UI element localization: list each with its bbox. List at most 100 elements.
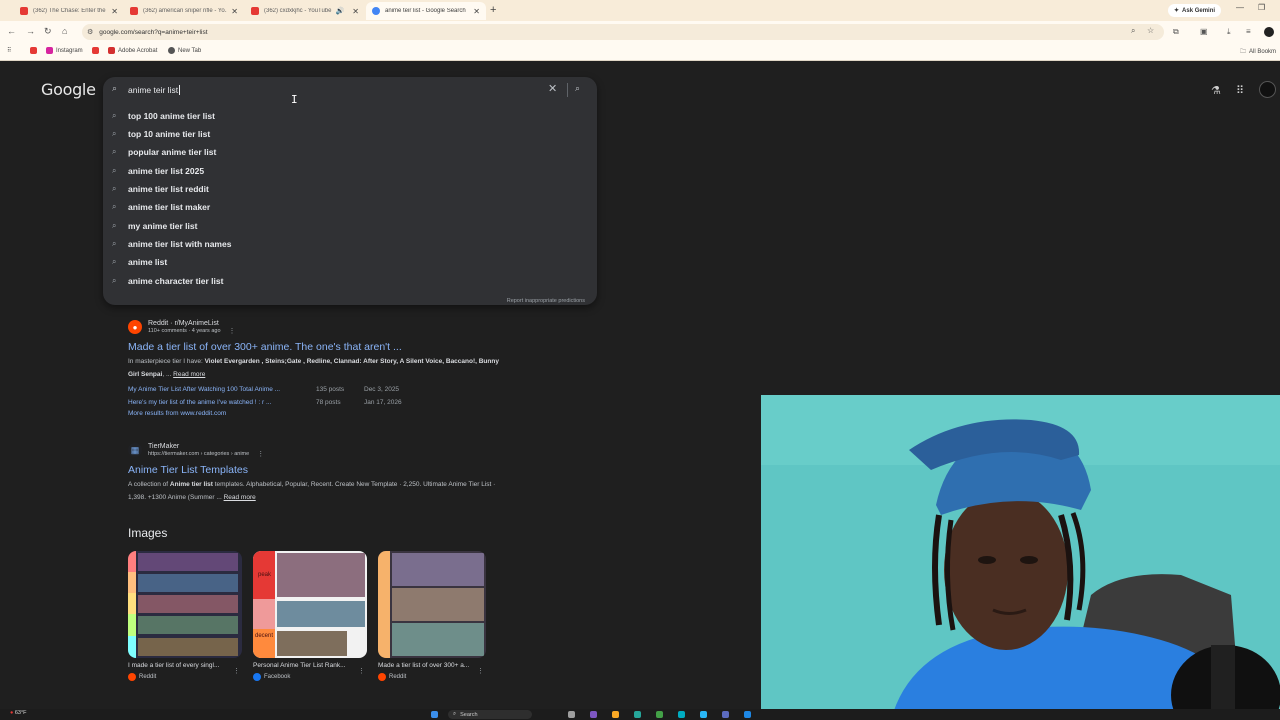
read-more-link[interactable]: Read more	[224, 494, 256, 501]
snippet-text: A collection of	[128, 481, 170, 488]
suggestion-item[interactable]: ⌕ anime tier list maker	[103, 198, 597, 216]
google-logo[interactable]: Google	[41, 80, 96, 99]
more-vert-icon[interactable]: ⋮	[358, 667, 365, 675]
back-icon[interactable]: ←	[7, 26, 16, 36]
app-icon[interactable]	[700, 711, 707, 718]
more-vert-icon[interactable]: ⋮	[477, 667, 484, 675]
labs-flask-icon[interactable]: ⚗	[1211, 84, 1221, 97]
search-input[interactable]: ⌕ anime teir list ✕ ⌕	[103, 77, 597, 103]
image-source[interactable]: Reddit	[378, 673, 486, 681]
new-tab-button[interactable]: +	[490, 4, 496, 16]
search-icon: ⌕	[112, 276, 117, 285]
all-bookmarks[interactable]: 🗀 All Bookm	[1240, 47, 1276, 57]
tab-1[interactable]: (362) american sniper rifle - Yo... ✕	[124, 2, 244, 20]
weather-widget[interactable]: ● 63°F	[10, 710, 27, 716]
image-thumbnail[interactable]	[128, 551, 242, 658]
app-icon[interactable]	[678, 711, 685, 718]
speaker-icon[interactable]: 🔊	[336, 7, 345, 15]
suggestion-item[interactable]: ⌕ popular anime tier list	[103, 143, 597, 161]
report-predictions-link[interactable]: Report inappropriate predictions	[507, 298, 585, 304]
apps-grid-icon[interactable]: ⠿	[7, 47, 11, 54]
suggestion-item[interactable]: ⌕ anime tier list 2025	[103, 162, 597, 180]
bookmark-adobe[interactable]: Adobe Acrobat	[108, 47, 157, 54]
bookmark-item[interactable]	[92, 47, 99, 54]
suggestion-item[interactable]: ⌕ anime tier list reddit	[103, 180, 597, 198]
search-icon: ⌕	[112, 147, 117, 156]
more-vert-icon[interactable]: ⋮	[233, 667, 240, 675]
reload-icon[interactable]: ↻	[44, 26, 52, 37]
result-source[interactable]: ▦ TierMaker https://tiermaker.com › cate…	[128, 442, 508, 458]
bookmark-item[interactable]	[30, 47, 37, 54]
app-icon[interactable]	[722, 711, 729, 718]
site-info-icon[interactable]: ⚙	[87, 28, 93, 36]
sublink-date: Jan 17, 2026	[364, 399, 402, 406]
task-view-icon[interactable]	[568, 711, 575, 718]
sublink-count: 78 posts	[316, 399, 341, 406]
app-icon[interactable]	[590, 711, 597, 718]
suggestion-item[interactable]: ⌕ my anime tier list	[103, 217, 597, 235]
sublink-title[interactable]: Here's my tier list of the anime I've wa…	[128, 399, 316, 406]
image-source[interactable]: Facebook	[253, 673, 367, 681]
image-caption[interactable]: Personal Anime Tier List Rank...	[253, 662, 367, 669]
image-caption[interactable]: I made a tier list of every singl...	[128, 662, 242, 669]
edge-icon[interactable]	[634, 711, 641, 718]
result-snippet: In masterpiece tier I have: Violet Everg…	[128, 356, 508, 381]
close-icon[interactable]: ✕	[352, 7, 359, 16]
bookmark-star-icon[interactable]: ☆	[1147, 26, 1154, 35]
image-caption[interactable]: Made a tier list of over 300+ a...	[378, 662, 486, 669]
result-title-link[interactable]: Made a tier list of over 300+ anime. The…	[128, 341, 508, 353]
youtube-icon	[30, 47, 37, 54]
suggestion-item[interactable]: ⌕ top 100 anime tier list	[103, 107, 597, 125]
image-source[interactable]: Reddit	[128, 673, 242, 681]
menu-lines-icon[interactable]: ≡	[1246, 27, 1251, 36]
more-results-link[interactable]: More results from www.reddit.com	[128, 410, 508, 417]
apps-grid-icon[interactable]: ⠿	[1236, 84, 1244, 97]
taskbar-search[interactable]: ⌕ Search	[448, 710, 532, 719]
windows-start-icon[interactable]	[431, 711, 438, 718]
sidepanel-icon[interactable]: ▣	[1200, 27, 1208, 36]
ask-gemini-button[interactable]: ✦ Ask Gemini	[1168, 4, 1222, 17]
more-vert-icon[interactable]: ⋮	[257, 450, 264, 458]
tab-0[interactable]: (362) The Chase: Enter the Tri... ✕	[14, 2, 124, 20]
bookmark-instagram[interactable]: Instagram	[46, 47, 83, 54]
search-submit-icon[interactable]: ⌕	[575, 83, 580, 94]
minimize-icon[interactable]: —	[1236, 3, 1244, 12]
more-vert-icon[interactable]: ⋮	[229, 327, 236, 335]
image-thumbnail[interactable]	[378, 551, 486, 658]
suggestion-item[interactable]: ⌕ anime tier list with names	[103, 235, 597, 253]
bookmark-newtab[interactable]: New Tab	[168, 47, 201, 54]
clear-icon[interactable]: ✕	[548, 82, 557, 95]
sublink-title[interactable]: My Anime Tier List After Watching 100 To…	[128, 386, 316, 393]
avatar[interactable]	[1259, 81, 1276, 98]
sublink-row[interactable]: Here's my tier list of the anime I've wa…	[128, 396, 508, 409]
address-bar[interactable]: ⚙ google.com/search?q=anime+teir+list	[82, 24, 1164, 40]
forward-icon[interactable]: →	[26, 26, 35, 36]
tab-3-active[interactable]: anime teir list - Google Search ✕	[366, 2, 486, 20]
image-card[interactable]: I made a tier list of every singl... Red…	[128, 551, 242, 681]
image-card[interactable]: Made a tier list of over 300+ a... Reddi…	[378, 551, 486, 681]
suggestion-item[interactable]: ⌕ top 10 anime tier list	[103, 125, 597, 143]
result-source[interactable]: ● Reddit · r/MyAnimeList 110+ comments ·…	[128, 319, 508, 335]
suggestion-label: top 10 anime tier list	[128, 129, 211, 139]
suggestion-item[interactable]: ⌕ anime list	[103, 253, 597, 271]
suggestion-item[interactable]: ⌕ anime character tier list	[103, 272, 597, 290]
restore-icon[interactable]: ❐	[1258, 3, 1265, 12]
tab-2[interactable]: (362) cxdxkjhc - YouTube 🔊 ✕	[245, 2, 365, 20]
photoshop-icon[interactable]	[744, 711, 751, 718]
image-thumbnail[interactable]: peak decent	[253, 551, 367, 658]
home-icon[interactable]: ⌂	[62, 26, 67, 36]
chrome-icon[interactable]	[656, 711, 663, 718]
read-more-link[interactable]: Read more	[173, 371, 205, 378]
extensions-icon[interactable]: ⧉	[1173, 27, 1179, 37]
download-icon[interactable]: ⤓	[1227, 27, 1231, 37]
search-query[interactable]: anime teir list	[128, 85, 181, 95]
zoom-icon[interactable]: ⌕	[1131, 26, 1135, 36]
close-icon[interactable]: ✕	[231, 7, 238, 16]
close-icon[interactable]: ✕	[111, 7, 118, 16]
close-icon[interactable]: ✕	[473, 7, 480, 16]
image-card[interactable]: peak decent Personal Anime Tier List Ran…	[253, 551, 367, 681]
sublink-row[interactable]: My Anime Tier List After Watching 100 To…	[128, 383, 508, 396]
file-explorer-icon[interactable]	[612, 711, 619, 718]
profile-avatar[interactable]	[1264, 27, 1274, 37]
result-title-link[interactable]: Anime Tier List Templates	[128, 464, 508, 476]
